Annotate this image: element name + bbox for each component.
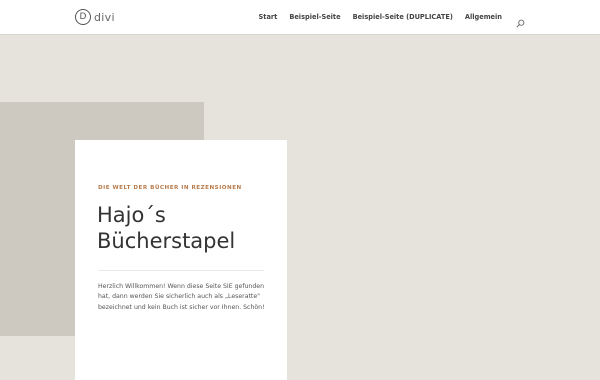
nav-item-allgemein[interactable]: Allgemein <box>465 13 502 21</box>
intro-text: Herzlich Willkommen! Wenn diese Seite SI… <box>98 283 265 311</box>
search-icon[interactable] <box>516 13 525 28</box>
nav-item-beispiel-seite[interactable]: Beispiel-Seite <box>289 13 340 21</box>
nav-item-start[interactable]: Start <box>259 13 278 21</box>
nav-item-beispiel-seite-duplicate[interactable]: Beispiel-Seite (DUPLICATE) <box>353 13 453 21</box>
page-title: Hajo´s Bücherstapel <box>97 202 277 254</box>
site-logo[interactable]: D divi <box>75 8 115 26</box>
divider <box>98 270 264 271</box>
hero-card: DIE WELT DER BÜCHER IN REZENSIONEN Hajo´… <box>75 140 287 380</box>
logo-text: divi <box>94 10 115 24</box>
title-line-1: Hajo´s <box>97 203 166 227</box>
site-header: D divi Start Beispiel-Seite Beispiel-Sei… <box>0 0 600 34</box>
hero-eyebrow: DIE WELT DER BÜCHER IN REZENSIONEN <box>98 185 242 191</box>
title-line-2: Bücherstapel <box>97 229 236 253</box>
main-nav: Start Beispiel-Seite Beispiel-Seite (DUP… <box>259 0 525 34</box>
logo-mark-icon: D <box>75 9 91 25</box>
